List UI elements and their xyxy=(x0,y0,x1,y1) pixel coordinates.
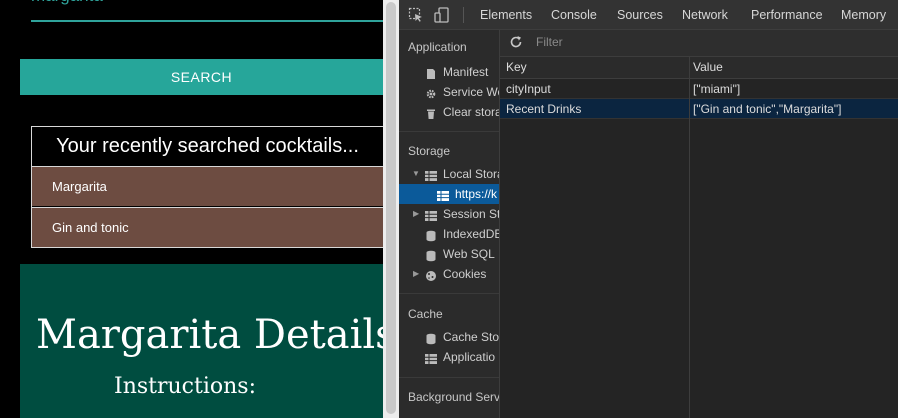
local-storage-table: Key Value cityInput ["miami"] Recent Dri… xyxy=(500,57,898,418)
storage-viewer: Filter Key Value cityInput ["miami"] Rec… xyxy=(500,30,898,418)
recent-item-gin-and-tonic[interactable]: Gin and tonic xyxy=(32,207,383,247)
cocktail-app: margarita SEARCH Your recently searched … xyxy=(0,0,383,418)
manifest-icon xyxy=(425,66,437,79)
row-key: Recent Drinks xyxy=(506,102,582,116)
filter-input[interactable]: Filter xyxy=(532,33,892,52)
sidebar-item-local-storage-origin[interactable]: https://k xyxy=(399,184,499,204)
instructions-heading: Instructions: xyxy=(114,374,256,399)
sidebar-label: Clear stora xyxy=(443,105,500,119)
search-button[interactable]: SEARCH xyxy=(20,59,383,95)
table-header: Key Value xyxy=(500,57,898,79)
collapsed-triangle-icon[interactable]: ▶ xyxy=(413,204,419,224)
search-input[interactable]: margarita xyxy=(31,0,383,22)
sidebar-label: Cookies xyxy=(443,267,487,281)
table-row[interactable]: Recent Drinks ["Gin and tonic","Margarit… xyxy=(500,99,898,119)
background-services-header: Background Servi xyxy=(408,390,500,404)
grid-icon xyxy=(425,208,437,221)
refresh-icon[interactable] xyxy=(509,35,523,49)
search-input-value[interactable]: margarita xyxy=(31,0,103,6)
sidebar-label: Session Sto xyxy=(443,207,499,221)
grid-icon xyxy=(425,168,437,181)
recent-searches-card: Your recently searched cocktails... Marg… xyxy=(31,126,383,248)
database-icon xyxy=(425,331,437,345)
scrollbar-thumb[interactable] xyxy=(386,2,396,414)
column-header-key[interactable]: Key xyxy=(506,57,527,77)
row-value: ["miami"] xyxy=(693,82,741,96)
expanded-triangle-icon[interactable]: ▼ xyxy=(412,164,420,184)
application-section-header: Application xyxy=(408,40,467,54)
sidebar-item-service-workers[interactable]: Service Wo xyxy=(399,82,500,102)
tab-elements[interactable]: Elements xyxy=(480,0,532,30)
sidebar-label: Service Wo xyxy=(443,85,500,99)
grid-icon xyxy=(425,351,437,364)
page-scrollbar[interactable] xyxy=(383,0,399,418)
toolbar-separator xyxy=(463,7,464,23)
inspect-element-icon[interactable] xyxy=(408,7,424,23)
drink-details-card: Margarita Details Instructions: xyxy=(20,264,383,418)
sidebar-item-local-storage[interactable]: ▼ Local Stora xyxy=(399,164,500,184)
tab-console[interactable]: Console xyxy=(551,0,597,30)
collapsed-triangle-icon[interactable]: ▶ xyxy=(413,264,419,284)
tab-performance[interactable]: Performance xyxy=(751,0,823,30)
sidebar-label: Cache Stor xyxy=(443,330,500,344)
tab-memory[interactable]: Memory xyxy=(841,0,886,30)
sidebar-item-clear-storage[interactable]: Clear stora xyxy=(399,102,500,122)
storage-section-header: Storage xyxy=(408,144,451,158)
gear-icon xyxy=(425,86,437,99)
grid-icon xyxy=(437,188,449,201)
devtools-tab-bar: Elements Console Sources Network Perform… xyxy=(399,0,898,30)
column-divider[interactable] xyxy=(689,57,690,418)
tab-sources[interactable]: Sources xyxy=(617,0,663,30)
sidebar-label: https://k xyxy=(455,187,498,201)
cookie-icon xyxy=(425,268,437,281)
sidebar-item-indexeddb[interactable]: IndexedDB xyxy=(399,224,500,244)
tab-network[interactable]: Network xyxy=(682,0,728,30)
row-value: ["Gin and tonic","Margarita"] xyxy=(693,102,842,116)
section-divider xyxy=(399,131,499,132)
sidebar-item-manifest[interactable]: Manifest xyxy=(399,62,499,82)
sidebar-label: Applicatio xyxy=(443,350,496,364)
drink-details-title: Margarita Details xyxy=(36,312,383,358)
recent-item-margarita[interactable]: Margarita xyxy=(32,166,383,206)
sidebar-item-web-sql[interactable]: Web SQL xyxy=(399,244,499,264)
table-row[interactable]: cityInput ["miami"] xyxy=(500,79,898,99)
sidebar-item-application-cache[interactable]: Applicatio xyxy=(399,347,499,367)
row-key: cityInput xyxy=(506,82,551,96)
sidebar-item-cache-storage[interactable]: Cache Stor xyxy=(399,327,500,347)
device-toggle-icon[interactable] xyxy=(434,7,450,23)
devtools-panel: Elements Console Sources Network Perform… xyxy=(399,0,898,418)
sidebar-label: Manifest xyxy=(443,65,489,79)
sidebar-item-cookies[interactable]: ▶ Cookies xyxy=(399,264,499,284)
trash-icon xyxy=(425,106,437,119)
sidebar-item-session-storage[interactable]: ▶ Session Sto xyxy=(399,204,499,224)
database-icon xyxy=(425,248,437,262)
application-sidebar: Application Manifest Service Wo Clear st… xyxy=(399,30,500,418)
column-header-value[interactable]: Value xyxy=(693,57,723,77)
sidebar-label: Local Stora xyxy=(443,167,500,181)
database-icon xyxy=(425,228,437,242)
section-divider xyxy=(399,293,499,294)
filter-toolbar: Filter xyxy=(500,30,898,57)
sidebar-label: IndexedDB xyxy=(443,227,500,241)
section-divider xyxy=(399,377,499,378)
cache-section-header: Cache xyxy=(408,307,443,321)
recent-searches-title: Your recently searched cocktails... xyxy=(56,135,359,157)
sidebar-label: Web SQL xyxy=(443,247,495,261)
